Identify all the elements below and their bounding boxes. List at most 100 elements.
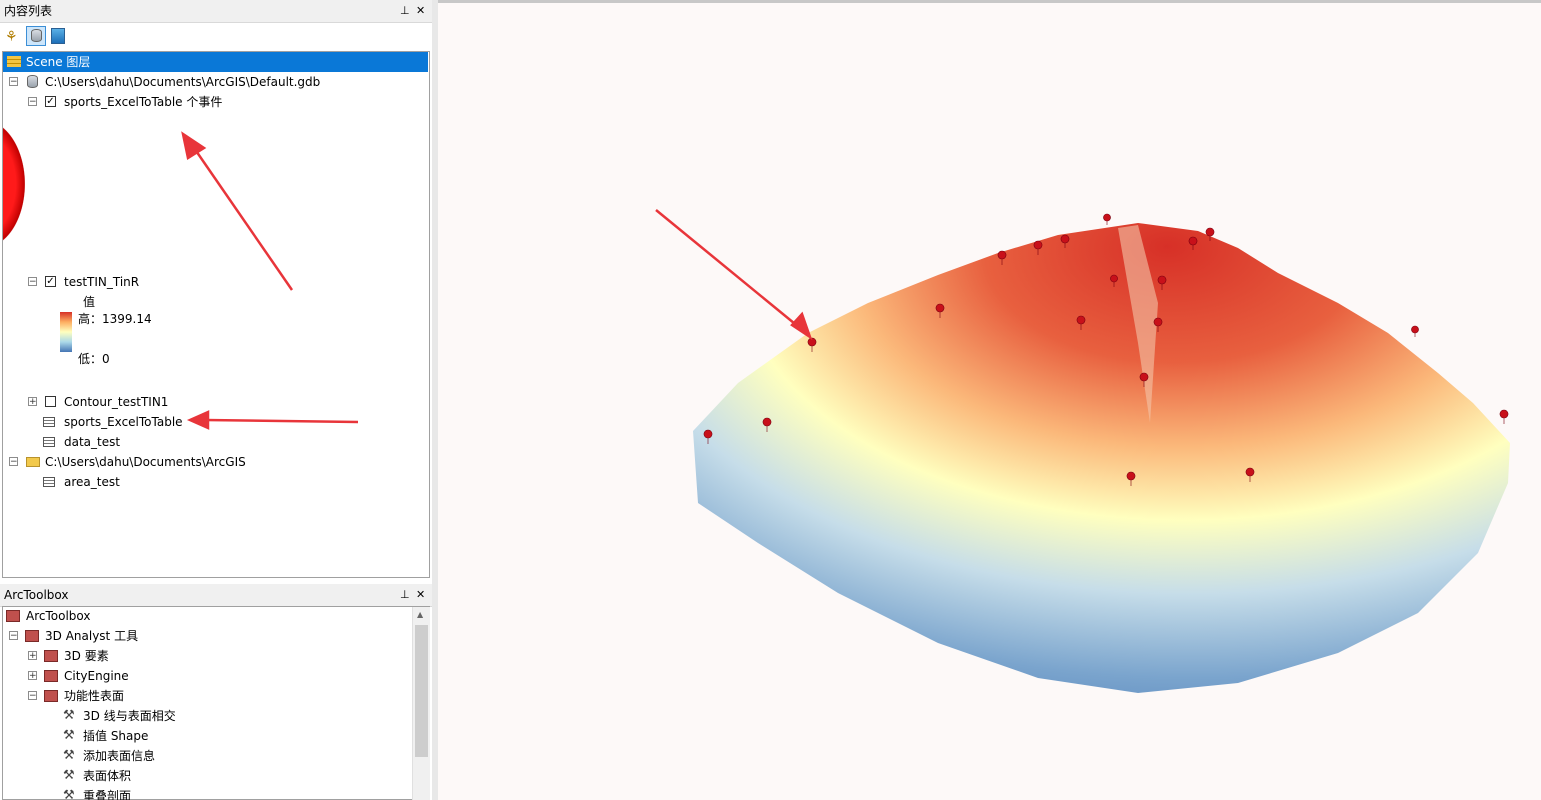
toolset-icon (44, 650, 58, 662)
tree-row-cityengine[interactable]: + CityEngine (3, 666, 408, 686)
tree-row-functional-surface[interactable]: − 功能性表面 (3, 686, 408, 706)
tree-row-area-test[interactable]: area_test (3, 472, 428, 492)
list-by-visibility-icon[interactable] (51, 28, 65, 44)
hammer-icon: ⚒ (63, 708, 75, 723)
layers-icon (7, 56, 21, 67)
geodatabase-icon (27, 75, 38, 88)
hammer-icon: ⚒ (63, 748, 75, 763)
tree-row-sports-events[interactable]: − ✓ sports_ExcelToTable 个事件 (3, 92, 428, 112)
expand-icon[interactable]: + (28, 397, 37, 407)
tree-row-contour[interactable]: + Contour_testTIN1 (3, 392, 428, 412)
event-point-marker (807, 337, 817, 353)
event-point-marker (762, 417, 772, 433)
tree-row-label: 表面体积 (83, 769, 132, 783)
arctoolbox-panel: ArcToolbox ⊥ ✕ ▲ ArcToolbox − 3D Analyst… (0, 584, 433, 800)
scene-view[interactable] (438, 0, 1541, 800)
scene-fragment (3, 120, 25, 248)
tree-row-label: C:\Users\dahu\Documents\ArcGIS (45, 455, 246, 469)
collapse-icon[interactable]: − (9, 631, 18, 641)
vertical-scrollbar[interactable]: ▲ (412, 607, 430, 800)
tree-row-data-test[interactable]: data_test (3, 432, 428, 452)
event-point-marker (1499, 409, 1509, 425)
table-icon (43, 477, 55, 487)
toolset-icon (44, 690, 58, 702)
tree-row-label: 3D 线与表面相交 (83, 709, 176, 723)
event-point-marker (1103, 213, 1111, 226)
event-point-marker (1245, 467, 1255, 483)
arctoolbox-title: ArcToolbox (4, 588, 69, 602)
tree-row-tool-stack-profile[interactable]: ⚒ 重叠剖面 (3, 786, 408, 800)
toc-toolbar: ⚘ (0, 24, 432, 50)
tree-row-testtin[interactable]: − ✓ testTIN_TinR (3, 272, 428, 292)
tree-row-default-gdb[interactable]: − C:\Users\dahu\Documents\ArcGIS\Default… (3, 72, 428, 92)
tree-row-label: 重叠剖面 (83, 789, 132, 800)
tree-row-arcgis-folder[interactable]: − C:\Users\dahu\Documents\ArcGIS (3, 452, 428, 472)
event-point-marker (1157, 275, 1167, 291)
tree-row-3d-features[interactable]: + 3D 要素 (3, 646, 408, 666)
tree-row-label: data_test (64, 435, 121, 449)
scroll-up-arrow-icon[interactable]: ▲ (417, 610, 423, 619)
color-ramp-swatch (60, 312, 72, 352)
toc-panel: 内容列表 ⊥ ✕ ⚘ Scene 图层 − C:\Users\dahu\Docu… (0, 0, 433, 580)
tree-row-tool-interpolate-shape[interactable]: ⚒ 插值 Shape (3, 726, 408, 746)
event-point-marker (1126, 471, 1136, 487)
tree-row-tool-intersect-3d-line[interactable]: ⚒ 3D 线与表面相交 (3, 706, 408, 726)
close-icon[interactable]: ✕ (416, 584, 425, 606)
arctoolbox-titlebar: ArcToolbox ⊥ ✕ (0, 584, 432, 607)
tree-row-label: CityEngine (64, 669, 129, 683)
tree-row-sports-table[interactable]: sports_ExcelToTable (3, 412, 428, 432)
tree-row-label: area_test (64, 475, 120, 489)
tree-row-label: Scene 图层 (26, 55, 91, 69)
tree-row-arctoolbox-root[interactable]: ArcToolbox (3, 606, 408, 626)
tree-row-tool-surface-volume[interactable]: ⚒ 表面体积 (3, 766, 408, 786)
event-markers (703, 213, 1509, 487)
event-point-marker (1139, 372, 1149, 388)
event-point-marker (1033, 240, 1043, 256)
tree-row-label: 3D Analyst 工具 (45, 629, 139, 643)
tree-row-3d-analyst[interactable]: − 3D Analyst 工具 (3, 626, 408, 646)
legend-low-label: 低：0 (78, 352, 110, 366)
tree-row-label: C:\Users\dahu\Documents\ArcGIS\Default.g… (45, 75, 321, 89)
tree-row-label: 插值 Shape (83, 729, 149, 743)
close-icon[interactable]: ✕ (416, 0, 425, 22)
tree-row-scene-layer[interactable]: Scene 图层 (3, 52, 428, 72)
tree-row-label: Contour_testTIN1 (64, 395, 169, 409)
tree-row-label: 3D 要素 (64, 649, 109, 663)
event-point-marker (997, 250, 1007, 266)
collapse-icon[interactable]: − (9, 77, 18, 87)
hammer-icon: ⚒ (63, 768, 75, 783)
tree-row-tool-add-surface-info[interactable]: ⚒ 添加表面信息 (3, 746, 408, 766)
collapse-icon[interactable]: − (28, 97, 37, 107)
collapse-icon[interactable]: − (28, 277, 37, 287)
event-point-marker (1076, 315, 1086, 331)
toolbox-icon (25, 630, 39, 642)
event-point-marker (1205, 227, 1215, 242)
toc-titlebar: 内容列表 ⊥ ✕ (0, 0, 432, 23)
tree-row-label: sports_ExcelToTable 个事件 (64, 95, 223, 109)
collapse-icon[interactable]: − (28, 691, 37, 701)
hammer-icon: ⚒ (63, 788, 75, 800)
hammer-icon: ⚒ (63, 728, 75, 743)
layer-visibility-checkbox[interactable] (45, 396, 56, 407)
toc-title: 内容列表 (4, 4, 53, 18)
collapse-icon[interactable]: − (9, 457, 18, 467)
event-point-marker (1411, 325, 1419, 338)
table-icon (43, 417, 55, 427)
pin-icon[interactable]: ⊥ (400, 0, 410, 22)
event-point-marker (1188, 236, 1198, 251)
pin-icon[interactable]: ⊥ (400, 584, 410, 606)
list-by-source-icon[interactable] (26, 26, 46, 46)
expand-icon[interactable]: + (28, 671, 37, 681)
event-point-marker (1153, 317, 1163, 333)
legend-high-label: 高：1399.14 (78, 312, 152, 326)
layer-visibility-checkbox[interactable]: ✓ (45, 96, 56, 107)
expand-icon[interactable]: + (28, 651, 37, 661)
tree-row-label: sports_ExcelToTable (64, 415, 183, 429)
event-point-marker (1060, 234, 1070, 249)
layer-visibility-checkbox[interactable]: ✓ (45, 276, 56, 287)
table-icon (43, 437, 55, 447)
scrollbar-thumb[interactable] (415, 625, 428, 757)
tree-row-label: testTIN_TinR (64, 275, 140, 289)
tree-row-label: ArcToolbox (26, 609, 91, 623)
list-by-drawing-order-icon[interactable]: ⚘ (5, 29, 21, 45)
